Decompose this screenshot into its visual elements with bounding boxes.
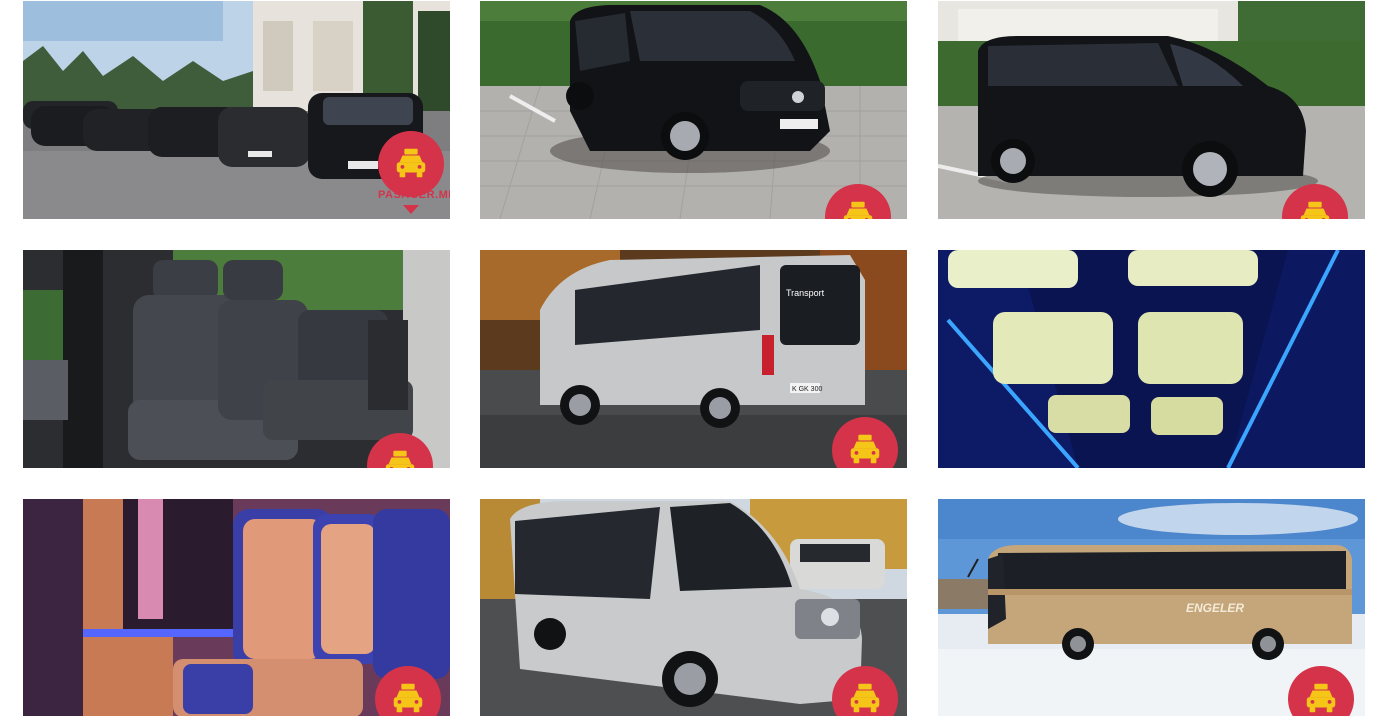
taxi-car-icon [850,434,880,464]
gallery-tile-minivan-interior[interactable] [23,250,450,468]
license-plate-text: K GK 300 [792,386,822,393]
vehicle-gallery: PASAGER.MD Transport K GK 300 ENGELER [0,0,1379,716]
bus-brand-text: ENGELER [1186,601,1244,615]
taxi-car-icon [850,683,880,713]
company-logo-text: PASAGER.MD [378,189,450,201]
gallery-tile-minibus-interior-led[interactable] [23,499,450,716]
taxi-car-icon [396,148,426,178]
gallery-tile-ceiling-lights[interactable] [938,250,1365,468]
gallery-tile-black-minivan-front[interactable] [480,1,907,219]
rear-window-text: Transport [786,288,825,298]
ceiling-lights-photo [938,250,1365,468]
gallery-tile-black-minivan-side[interactable] [938,1,1365,219]
gallery-tile-silver-minibus-front[interactable] [480,499,907,716]
taxi-car-icon [1300,201,1330,219]
company-logo-badge [378,131,444,197]
taxi-car-icon [385,450,415,468]
gallery-tile-coach-bus[interactable]: ENGELER [938,499,1365,716]
taxi-car-icon [1306,683,1336,713]
taxi-car-icon [393,683,423,713]
gallery-tile-car-fleet[interactable]: PASAGER.MD [23,1,450,219]
chevron-down-icon [403,205,419,214]
taxi-car-icon [843,201,873,219]
gallery-tile-silver-minibus-rear[interactable]: Transport K GK 300 [480,250,907,468]
